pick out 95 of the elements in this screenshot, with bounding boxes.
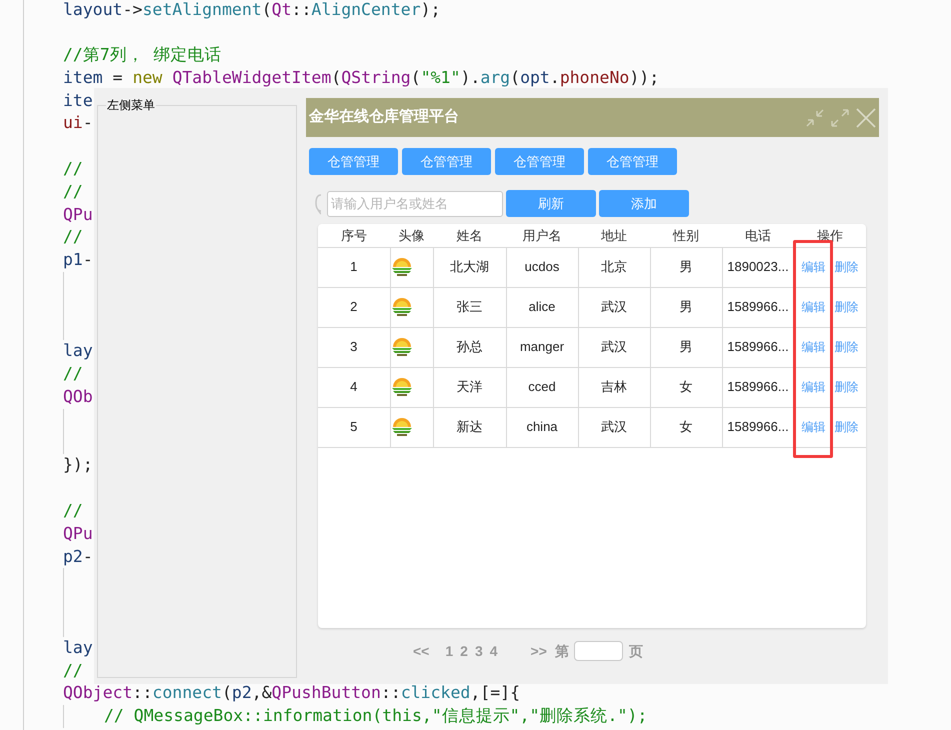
code-line: QOb (63, 386, 93, 408)
table-cell: 男 (680, 339, 692, 354)
table-cell: 张三 (456, 299, 482, 314)
table-cell: cced (528, 379, 556, 394)
code-line: lay (63, 636, 93, 659)
code-line: item = new QTableWidgetItem(QString("%1").arg(opt.phoneNo)); (63, 66, 660, 89)
table-cell: 男 (680, 299, 692, 314)
code-line: //第7列， 绑定电话 (63, 44, 222, 66)
code-line: // (63, 660, 83, 682)
table-cell: manger (520, 339, 564, 354)
sidebar-title: 左侧菜单 (106, 97, 156, 113)
table-cell: 1589966... (727, 419, 789, 434)
table-cell: 吉林 (601, 379, 627, 394)
table-cell: alice (528, 299, 556, 314)
page-link[interactable]: 2 (460, 640, 468, 662)
table-cell: 天洋 (456, 379, 482, 394)
table-cell: 女 (680, 419, 692, 434)
code-line: // QMessageBox::information(this,"信息提示","删除系统."); (104, 705, 648, 728)
code-line: QPu (63, 204, 93, 226)
page-field[interactable] (574, 641, 623, 661)
page-link[interactable]: 4 (490, 640, 498, 662)
code-line: lay (63, 340, 93, 362)
table-cell: 新达 (456, 419, 482, 434)
action-button[interactable]: 添加 (599, 190, 689, 217)
action-link[interactable]: 删除 (834, 260, 858, 274)
table-cell: 女 (680, 379, 692, 394)
code-line: // (63, 226, 83, 248)
nav-button[interactable]: 仓管管理 (402, 148, 491, 175)
table-cell: 武汉 (601, 419, 627, 434)
table-cell: 1589966... (727, 299, 789, 314)
table-cell: ucdos (524, 259, 560, 274)
code-line: p1- (63, 249, 93, 272)
window-title: 金华在线仓库管理平台 (309, 107, 459, 128)
code-line: // (63, 500, 83, 522)
action-link[interactable]: 编辑 (802, 340, 826, 354)
nav-button[interactable]: 仓管管理 (495, 148, 584, 175)
action-link[interactable]: 编辑 (802, 260, 826, 274)
action-link[interactable]: 删除 (834, 420, 858, 434)
sun-logo-icon (390, 417, 412, 437)
column-header: 头像 (398, 228, 424, 242)
sun-logo-icon (390, 257, 412, 277)
table-cell: 北大湖 (450, 259, 489, 274)
table-cell: 3 (350, 339, 358, 354)
code-line: ite (63, 90, 93, 112)
table-cell: 男 (680, 259, 692, 274)
code-line: QPu (63, 522, 93, 545)
action-link[interactable]: 编辑 (802, 420, 826, 434)
column-header: 姓名 (456, 228, 482, 242)
page-link[interactable]: 1 (445, 640, 454, 662)
page-label: 第 (554, 642, 569, 660)
code-line: // (63, 180, 83, 203)
code-line: QObject::connect(p2,&QPushButton::clicked,[=]{ (63, 682, 520, 704)
column-header: 电话 (745, 228, 771, 242)
column-header: 用户名 (522, 228, 562, 242)
column-header: 地址 (601, 228, 627, 242)
close-icon[interactable] (855, 106, 877, 128)
action-link[interactable]: 删除 (834, 300, 858, 314)
table-cell: 北京 (601, 259, 627, 274)
table-cell: china (526, 419, 558, 434)
code-line: // (63, 158, 83, 180)
sun-logo-icon (390, 297, 412, 317)
table-cell: 1589966... (727, 379, 789, 394)
table-cell: 武汉 (601, 299, 627, 314)
table-cell: 1589966... (727, 339, 789, 354)
code-line: // (63, 363, 83, 386)
table-cell: 4 (350, 379, 358, 394)
search-field[interactable]: 请输入用户名或姓名 (327, 190, 503, 216)
table-cell: 5 (350, 419, 358, 434)
column-header: 序号 (341, 228, 367, 242)
column-header: 性别 (673, 228, 699, 242)
table-cell: 武汉 (601, 339, 627, 354)
action-link[interactable]: 删除 (834, 380, 858, 394)
sun-logo-icon (390, 377, 412, 397)
action-button[interactable]: 刷新 (506, 190, 596, 217)
prev-page-link[interactable]: << (413, 640, 430, 662)
maximize-icon[interactable] (830, 108, 850, 128)
search-icon (315, 192, 321, 214)
page-label: 页 (628, 642, 643, 660)
page-link[interactable]: 3 (474, 640, 483, 662)
nav-button[interactable]: 仓管管理 (309, 148, 398, 175)
code-line: }); (63, 454, 93, 476)
table-cell: 孙总 (456, 339, 482, 354)
sun-logo-icon (390, 337, 412, 357)
table-cell: 1 (350, 259, 358, 274)
action-link[interactable]: 编辑 (802, 380, 826, 394)
code-line: p2- (63, 546, 93, 568)
next-page-link[interactable]: >> (530, 640, 547, 662)
code-line: ui- (63, 112, 93, 134)
action-link[interactable]: 编辑 (802, 300, 826, 314)
nav-button[interactable]: 仓管管理 (588, 148, 677, 175)
action-link[interactable]: 删除 (834, 340, 858, 354)
table-cell: 2 (350, 299, 358, 314)
minimize-icon[interactable] (805, 108, 825, 128)
code-line: layout->setAlignment(Qt::AlignCenter); (63, 0, 441, 20)
table-cell: 1890023... (727, 259, 789, 274)
